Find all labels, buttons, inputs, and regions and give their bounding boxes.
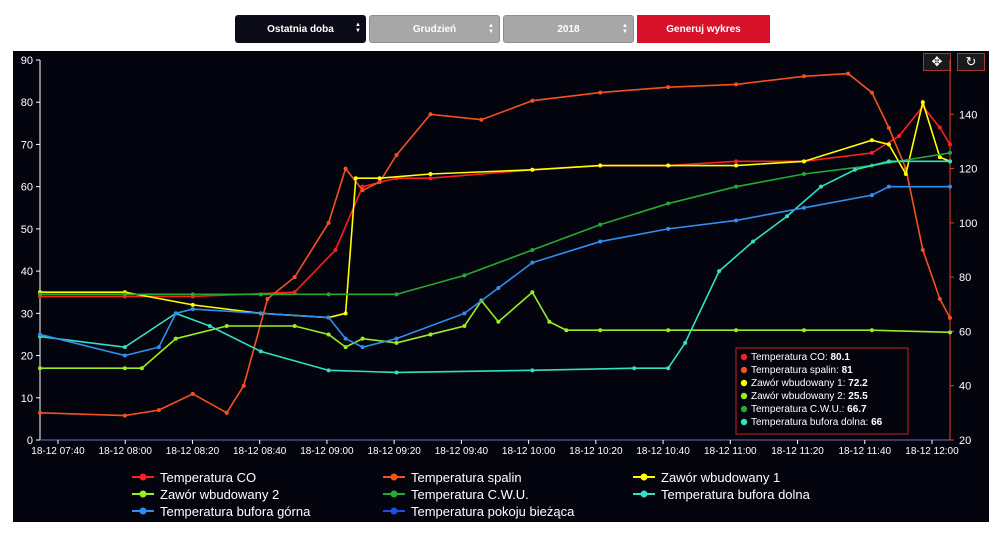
select-arrows-icon: ▲ ▼ [488,23,494,35]
reset-zoom-icon: ↻ [965,54,977,69]
year-select-value: 2018 [557,23,580,35]
month-select-value: Grudzień [412,23,457,35]
chart-controls: Ostatnia doba ▲ ▼ Grudzień ▲ ▼ 2018 ▲ ▼ Gen… [235,15,770,43]
period-select[interactable]: Ostatnia doba ▲ ▼ [235,15,366,43]
select-arrows-icon: ▲ ▼ [622,23,628,35]
generate-chart-button[interactable]: Generuj wykres [637,15,770,43]
reset-zoom-button[interactable]: ↻ [957,53,985,71]
select-arrows-icon: ▲ ▼ [355,22,361,34]
pan-button[interactable]: ✥ [923,53,951,71]
chart-panel [13,51,989,522]
pan-icon: ✥ [931,54,943,69]
year-select[interactable]: 2018 ▲ ▼ [503,15,634,43]
month-select[interactable]: Grudzień ▲ ▼ [369,15,500,43]
period-select-value: Ostatnia doba [267,23,334,35]
